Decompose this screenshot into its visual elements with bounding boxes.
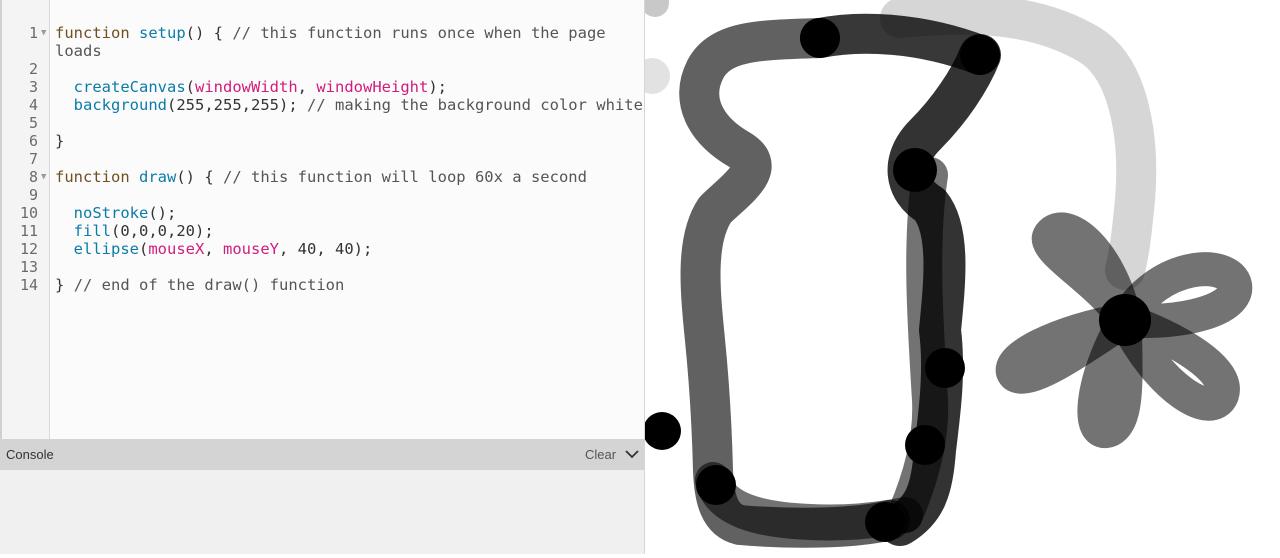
- code-line: function setup() { // this function runs…: [55, 24, 606, 42]
- code-function-call: fill: [73, 222, 111, 240]
- line-number: 5: [28, 114, 38, 132]
- code-comment: loads: [55, 42, 102, 60]
- brush-dot: [960, 35, 1000, 75]
- code-comment: // end of the draw() function: [73, 276, 345, 294]
- chevron-down-icon[interactable]: [625, 449, 639, 459]
- line-number: 4: [28, 96, 38, 114]
- code-line: background(255,255,255); // making the b…: [55, 96, 643, 114]
- code-comment: // this function runs once when the page: [232, 24, 606, 42]
- code-punctuation: () {: [176, 168, 214, 186]
- code-punctuation: () {: [185, 24, 223, 42]
- fold-arrow-icon[interactable]: ▼: [41, 24, 46, 42]
- brush-dot: [925, 348, 965, 388]
- brush-dot: [641, 0, 669, 17]
- code-arguments: , 40, 40);: [279, 240, 373, 258]
- brush-dot: [634, 58, 670, 94]
- code-punctuation: );: [428, 78, 447, 96]
- clear-console-button[interactable]: Clear: [585, 447, 616, 462]
- code-variable: windowHeight: [316, 78, 429, 96]
- line-number-gutter: 1 ▼ 2 3 4 5 6 7 8 ▼ 9 10 11 12 13 14: [0, 0, 50, 439]
- line-number: 8: [28, 168, 38, 186]
- code-arguments: (0,0,0,20);: [111, 222, 214, 240]
- code-editor[interactable]: 1 ▼ 2 3 4 5 6 7 8 ▼ 9 10 11 12 13 14 fun…: [0, 0, 644, 439]
- brush-dot: [643, 412, 681, 450]
- code-line-wrap: loads: [55, 42, 102, 60]
- code-punctuation: (: [139, 240, 149, 258]
- code-editor-pane: 1 ▼ 2 3 4 5 6 7 8 ▼ 9 10 11 12 13 14 fun…: [0, 0, 645, 554]
- code-punctuation: ,: [297, 78, 317, 96]
- code-comment: // making the background color white: [307, 96, 643, 114]
- console-output[interactable]: [0, 470, 644, 554]
- line-number: 6: [28, 132, 38, 150]
- brush-stroke: [800, 13, 1000, 75]
- code-line: createCanvas(windowWidth, windowHeight);: [55, 78, 447, 96]
- fold-arrow-icon[interactable]: ▼: [41, 168, 46, 186]
- code-line: }: [55, 132, 64, 150]
- code-closing-brace: }: [55, 276, 65, 294]
- code-closing-brace: }: [55, 132, 65, 150]
- line-number: 1: [28, 24, 38, 42]
- code-comment: // this function will loop 60x a second: [223, 168, 587, 186]
- code-keyword: function: [55, 24, 130, 42]
- code-variable: mouseX: [148, 240, 205, 258]
- brush-dot: [696, 465, 736, 505]
- code-punctuation: (: [185, 78, 195, 96]
- sketch-canvas[interactable]: [634, 0, 1280, 554]
- code-function-call: createCanvas: [73, 78, 186, 96]
- code-line: ellipse(mouseX, mouseY, 40, 40);: [55, 240, 373, 258]
- line-number: 9: [28, 186, 38, 204]
- code-line: } // end of the draw() function: [55, 276, 344, 294]
- code-arguments: (255,255,255);: [167, 96, 298, 114]
- code-line: noStroke();: [55, 204, 177, 222]
- code-function-call: background: [73, 96, 167, 114]
- line-number: 12: [19, 240, 38, 258]
- code-line: function draw() { // this function will …: [55, 168, 587, 186]
- code-variable: windowWidth: [195, 78, 298, 96]
- code-keyword: function: [55, 168, 130, 186]
- line-number: 14: [19, 276, 38, 294]
- code-punctuation: ,: [204, 240, 224, 258]
- brush-dot: [865, 502, 905, 542]
- code-function-call: ellipse: [73, 240, 139, 258]
- code-variable: mouseY: [223, 240, 280, 258]
- brush-dot: [893, 148, 937, 192]
- drawing-canvas[interactable]: [634, 0, 1280, 554]
- line-number: 13: [19, 258, 38, 276]
- brush-stroke: [679, 18, 910, 548]
- brush-dot: [800, 18, 840, 58]
- code-function-call: noStroke: [73, 204, 149, 222]
- line-number: 3: [28, 78, 38, 96]
- line-number: 11: [19, 222, 38, 240]
- line-number: 2: [28, 60, 38, 78]
- code-line: fill(0,0,0,20);: [55, 222, 214, 240]
- brush-dot: [1099, 294, 1151, 346]
- code-function-name: setup: [139, 24, 186, 42]
- brush-dot: [905, 425, 945, 465]
- line-number: 7: [28, 150, 38, 168]
- code-function-name: draw: [139, 168, 177, 186]
- code-punctuation: ();: [148, 204, 177, 222]
- line-number: 10: [19, 204, 38, 222]
- console-title: Console: [6, 447, 54, 462]
- console-header: Console Clear: [0, 439, 644, 470]
